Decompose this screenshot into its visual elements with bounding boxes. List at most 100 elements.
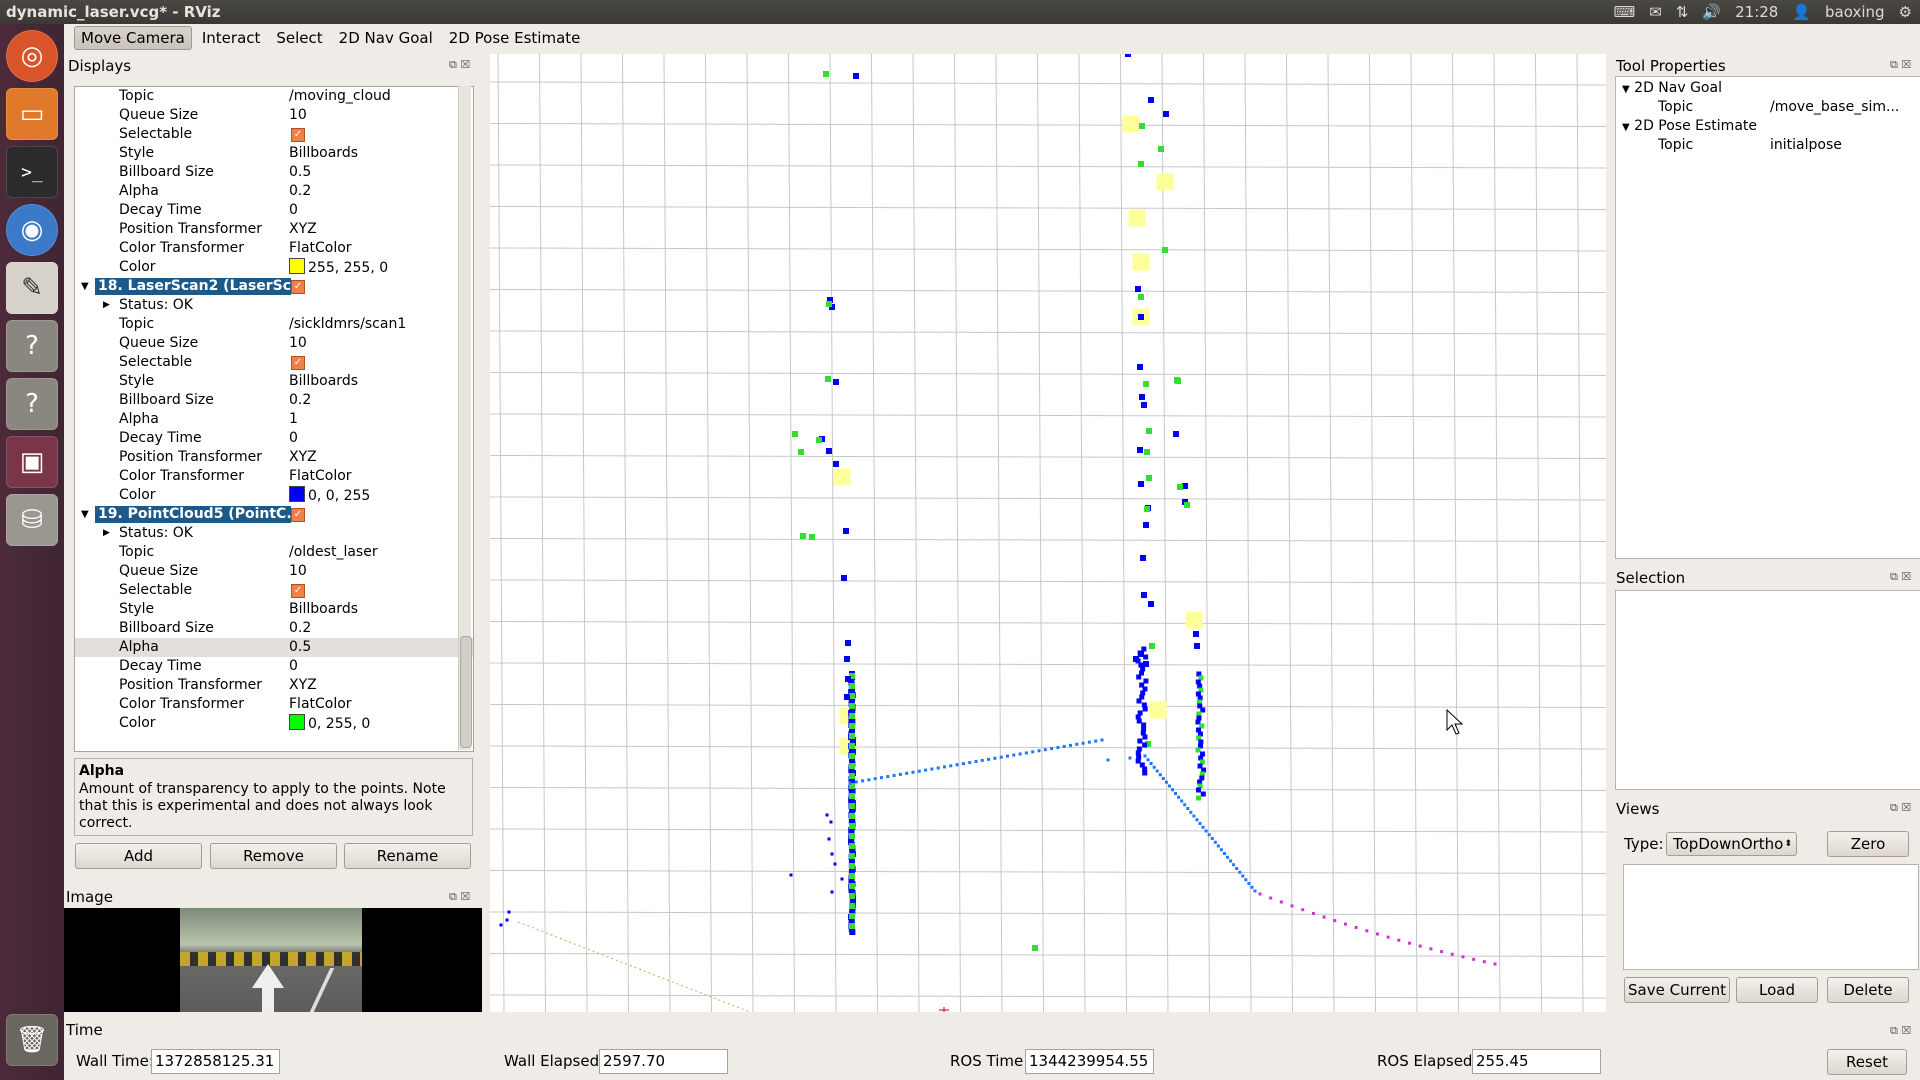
reset-button[interactable]: Reset (1827, 1049, 1907, 1075)
property-value[interactable]: 10 (289, 562, 307, 581)
property-value[interactable]: /moving_cloud (289, 87, 391, 106)
display-property-row[interactable]: Alpha 0.2 (75, 182, 473, 201)
drive-icon[interactable]: ⛁ (6, 494, 58, 546)
display-property-row[interactable]: Color 255, 255, 0 (75, 258, 473, 277)
trash-icon[interactable]: 🗑 (6, 1014, 58, 1066)
user-name[interactable]: baoxing (1825, 3, 1885, 21)
display-property-row[interactable]: Billboard Size 0.2 (75, 619, 473, 638)
help-icon[interactable]: ? (6, 320, 58, 372)
property-value[interactable]: 0.2 (289, 619, 311, 638)
display-property-row[interactable]: Queue Size 10 (75, 334, 473, 353)
ros-elapsed-field[interactable]: 255.45 (1472, 1049, 1601, 1074)
property-value[interactable]: /oldest_laser (289, 543, 378, 562)
expand-arrow-icon[interactable]: ▼ (81, 277, 89, 296)
add-button[interactable]: Add (75, 843, 202, 869)
property-value[interactable]: Billboards (289, 144, 358, 163)
tool-2d-pose-estimate[interactable]: 2D Pose Estimate (443, 27, 587, 49)
property-value[interactable]: FlatColor (289, 239, 352, 258)
property-value[interactable]: 0.5 (289, 163, 311, 182)
scrollbar-thumb[interactable] (460, 636, 472, 748)
expand-arrow-icon[interactable]: ▼ (81, 505, 89, 524)
property-value[interactable]: 0.2 (289, 391, 311, 410)
keyboard-icon[interactable]: ⌨ (1614, 3, 1636, 21)
property-value[interactable]: 10 (289, 106, 307, 125)
ros-time-field[interactable]: 1344239954.55 (1025, 1049, 1154, 1074)
tool-interact[interactable]: Interact (196, 27, 267, 49)
display-property-row[interactable]: Color Transformer FlatColor (75, 239, 473, 258)
property-value[interactable]: 0 (289, 657, 298, 676)
property-value[interactable]: FlatColor (289, 467, 352, 486)
tool-item-pose-estimate[interactable]: ▼ 2D Pose Estimate (1622, 118, 1757, 134)
dash-home-icon[interactable]: ◎ (6, 30, 58, 82)
selectable-checkbox[interactable]: ✓ (291, 584, 305, 598)
property-value[interactable]: XYZ (289, 220, 317, 239)
display-header-label[interactable]: 18. LaserScan2 (LaserSc... (95, 278, 291, 295)
mail-icon[interactable]: ✉ (1649, 3, 1662, 21)
display-property-row[interactable]: Decay Time 0 (75, 429, 473, 448)
viewport-canvas[interactable] (490, 54, 1606, 1012)
display-property-row[interactable]: ▼ 19. PointCloud5 (PointC... ✓ (75, 505, 473, 524)
views-load-button[interactable]: Load (1736, 977, 1818, 1003)
text-editor-icon[interactable]: ✎ (6, 262, 58, 314)
display-property-row[interactable]: Style Billboards (75, 372, 473, 391)
display-property-row[interactable]: Color 0, 0, 255 (75, 486, 473, 505)
property-value[interactable]: 0.5 (289, 638, 311, 657)
views-save-button[interactable]: Save Current (1624, 977, 1730, 1003)
property-value[interactable]: 10 (289, 334, 307, 353)
views-delete-button[interactable]: Delete (1827, 977, 1909, 1003)
image-panel-buttons[interactable]: ⧉ ☒ (449, 890, 470, 904)
tool-item-nav-goal[interactable]: ▼ 2D Nav Goal (1622, 80, 1722, 96)
wall-elapsed-field[interactable]: 2597.70 (599, 1049, 728, 1074)
time-panel-buttons[interactable]: ⧉ ☒ (1890, 1024, 1911, 1038)
selectable-checkbox[interactable]: ✓ (291, 356, 305, 370)
display-property-row[interactable]: Selectable ✓ (75, 581, 473, 600)
display-property-row[interactable]: Topic/oldest_laser (75, 543, 473, 562)
display-property-row[interactable]: Alpha 1 (75, 410, 473, 429)
display-property-row[interactable]: Topic/moving_cloud (75, 87, 473, 106)
display-property-row[interactable]: Color Transformer FlatColor (75, 467, 473, 486)
terminal-icon[interactable]: >_ (6, 146, 58, 198)
property-value[interactable]: 0, 255, 0 (289, 714, 370, 734)
tool-move-camera[interactable]: Move Camera (74, 26, 192, 50)
display-property-row[interactable]: Decay Time 0 (75, 201, 473, 220)
clock[interactable]: 21:28 (1735, 3, 1778, 21)
chromium-icon[interactable]: ◉ (6, 204, 58, 256)
help-icon-2[interactable]: ? (6, 378, 58, 430)
property-value[interactable]: 1 (289, 410, 298, 429)
files-icon[interactable]: ▭ (6, 88, 58, 140)
views-zero-button[interactable]: Zero (1827, 831, 1909, 857)
nav-goal-topic-value[interactable]: /move_base_sim... (1770, 99, 1899, 115)
tool-select[interactable]: Select (270, 27, 328, 49)
views-type-select[interactable]: TopDownOrtho ⬍ (1666, 832, 1797, 856)
display-property-row[interactable]: Position Transformer XYZ (75, 676, 473, 695)
tool-2d-nav-goal[interactable]: 2D Nav Goal (333, 27, 439, 49)
color-swatch[interactable] (289, 486, 305, 502)
collapse-arrow-icon[interactable]: ▶ (103, 524, 110, 543)
display-property-row[interactable]: Color 0, 255, 0 (75, 714, 473, 733)
property-value[interactable]: 0, 0, 255 (289, 486, 370, 506)
display-property-row[interactable]: Decay Time 0 (75, 657, 473, 676)
displays-panel-buttons[interactable]: ⧉ ☒ (449, 58, 470, 72)
display-property-row[interactable]: Alpha 0.5 (75, 638, 473, 657)
display-property-row[interactable]: Queue Size 10 (75, 562, 473, 581)
views-list[interactable] (1623, 864, 1919, 970)
network-icon[interactable]: ⇅ (1676, 3, 1689, 21)
display-property-row[interactable]: ▶ Status: OK (75, 296, 473, 315)
workspace-switcher-icon[interactable]: ▣ (6, 436, 58, 488)
user-icon[interactable]: 👤 (1792, 3, 1811, 21)
color-swatch[interactable] (289, 714, 305, 730)
property-value[interactable]: XYZ (289, 448, 317, 467)
color-swatch[interactable] (289, 258, 305, 274)
display-property-row[interactable]: Topic/sickldmrs/scan1 (75, 315, 473, 334)
display-property-row[interactable]: Selectable ✓ (75, 353, 473, 372)
expand-arrow-icon[interactable]: ▼ (1622, 122, 1630, 133)
display-property-row[interactable]: Style Billboards (75, 600, 473, 619)
property-value[interactable]: /sickldmrs/scan1 (289, 315, 406, 334)
property-value[interactable]: Billboards (289, 600, 358, 619)
display-property-row[interactable]: ▼ 18. LaserScan2 (LaserSc... ✓ (75, 277, 473, 296)
enabled-checkbox[interactable]: ✓ (291, 280, 305, 294)
collapse-arrow-icon[interactable]: ▶ (103, 296, 110, 315)
expand-arrow-icon[interactable]: ▼ (1622, 84, 1630, 95)
gear-icon[interactable]: ⚙ (1899, 3, 1912, 21)
property-value[interactable]: 0.2 (289, 182, 311, 201)
